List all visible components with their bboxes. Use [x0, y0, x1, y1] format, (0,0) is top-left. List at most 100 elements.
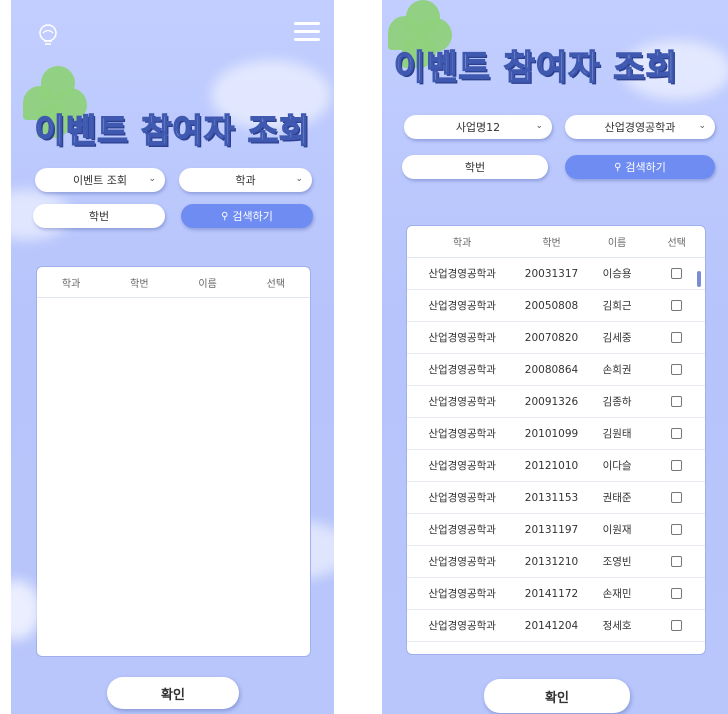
header-student-id: 학번 [130, 278, 149, 290]
select-checkbox[interactable] [671, 620, 683, 631]
cell-department: 산업경영공학과 [428, 524, 496, 536]
cell-name: 권태준 [602, 492, 632, 504]
cell-name: 손재민 [602, 588, 632, 600]
event-select-label: 이벤트 조회 [72, 174, 128, 187]
cell-student-id: 20141204 [524, 619, 579, 632]
confirm-label: 확인 [161, 687, 185, 703]
confirm-button[interactable]: 확인 [107, 677, 239, 709]
business-select-label: 사업명12 [455, 121, 501, 134]
table-row[interactable]: 산업경영공학과 20141204 정세호 [407, 610, 705, 642]
cell-name: 이승용 [602, 268, 632, 280]
event-select[interactable]: 이벤트 조회 ⌄ [35, 168, 165, 192]
select-checkbox[interactable] [671, 524, 683, 535]
table-row[interactable]: 산업경영공학과 20031317 이승용 [407, 258, 705, 290]
search-button-label: 검색하기 [625, 161, 666, 174]
results-table: 학과 학번 이름 선택 산업경영공학과 20031317 이승용 산업경영공학과 200… [406, 225, 706, 655]
header-name: 이름 [607, 238, 627, 249]
cell-student-id: 20131153 [524, 491, 579, 504]
student-id-button[interactable]: 학번 [33, 204, 165, 228]
cell-select [648, 588, 705, 600]
table-row[interactable]: 산업경영공학과 20091326 김종하 [407, 386, 705, 418]
select-checkbox[interactable] [671, 332, 683, 343]
cell-name: 김원태 [602, 428, 632, 440]
cell-student-id: 20141172 [524, 587, 579, 600]
cell-student-id: 20101099 [524, 427, 579, 440]
cell-select [648, 364, 705, 376]
table-row[interactable]: 산업경영공학과 20101099 김원태 [407, 418, 705, 450]
cell-student-id: 20091326 [524, 395, 579, 408]
select-checkbox[interactable] [671, 460, 683, 471]
header-select: 선택 [266, 278, 286, 290]
cell-department: 산업경영공학과 [428, 460, 496, 472]
chevron-down-icon: ⌄ [295, 174, 303, 184]
cell-select [648, 460, 705, 472]
table-row[interactable]: 산업경영공학과 20121010 이다슬 [407, 450, 705, 482]
screen-results: 이벤트 참여자 조회 사업명12 ⌄ 산업경영공학과 ⌄ 학번 ⚲ 검색하기 학… [382, 0, 728, 714]
header-department: 학과 [452, 238, 472, 249]
table-row[interactable]: 산업경영공학과 20131197 이원재 [407, 514, 705, 546]
cell-department: 산업경영공학과 [428, 620, 496, 632]
chevron-down-icon: ⌄ [535, 121, 543, 131]
page-title: 이벤트 참여자 조회 [393, 47, 678, 89]
cell-student-id: 20121010 [524, 459, 579, 472]
search-button[interactable]: ⚲ 검색하기 [565, 155, 715, 179]
table-row[interactable]: 산업경영공학과 20070820 김세중 [407, 322, 705, 354]
cell-department: 산업경영공학과 [428, 428, 496, 440]
cell-name: 이다슬 [602, 460, 632, 472]
confirm-button[interactable]: 확인 [484, 679, 630, 713]
results-table: 학과 학번 이름 선택 [36, 266, 311, 657]
table-body: 산업경영공학과 20031317 이승용 산업경영공학과 20050808 김희근 산업경영… [407, 258, 705, 642]
table-header: 학과 학번 이름 선택 [407, 226, 705, 258]
cell-department: 산업경영공학과 [428, 396, 496, 408]
cell-select [648, 300, 705, 312]
table-row[interactable]: 산업경영공학과 20080864 손희권 [407, 354, 705, 386]
page-title: 이벤트 참여자 조회 [34, 110, 311, 151]
header-department: 학과 [61, 278, 81, 290]
cell-department: 산업경영공학과 [428, 332, 496, 344]
screen-empty: 이벤트 참여자 조회 이벤트 조회 ⌄ 학과 ⌄ 학번 ⚲ 검색하기 학과 학번… [11, 0, 334, 714]
table-row[interactable]: 산업경영공학과 20131210 조영빈 [407, 546, 705, 578]
cell-student-id: 20131210 [524, 555, 579, 568]
cell-select [648, 428, 705, 440]
cell-select [648, 492, 705, 504]
department-select[interactable]: 산업경영공학과 ⌄ [565, 115, 715, 139]
select-checkbox[interactable] [671, 492, 683, 503]
cell-department: 산업경영공학과 [428, 300, 496, 312]
student-id-label: 학번 [88, 210, 110, 223]
cell-department: 산업경영공학과 [428, 588, 496, 600]
cell-name: 김종하 [602, 396, 632, 408]
cell-student-id: 20070820 [524, 331, 579, 344]
confirm-label: 확인 [545, 690, 569, 706]
select-checkbox[interactable] [671, 364, 683, 375]
table-row[interactable]: 산업경영공학과 20050808 김희근 [407, 290, 705, 322]
cell-department: 산업경영공학과 [428, 556, 496, 568]
scrollbar-thumb[interactable] [697, 271, 701, 287]
cell-name: 손희권 [602, 364, 632, 376]
select-checkbox[interactable] [671, 268, 683, 279]
cell-select [648, 524, 705, 536]
search-button[interactable]: ⚲ 검색하기 [181, 204, 313, 228]
logo-icon[interactable] [35, 22, 61, 48]
select-checkbox[interactable] [671, 556, 683, 567]
cell-student-id: 20031317 [524, 267, 579, 280]
cell-select [648, 620, 705, 632]
select-checkbox[interactable] [671, 396, 683, 407]
cell-name: 김희근 [602, 300, 632, 312]
table-header: 학과 학번 이름 선택 [37, 267, 310, 298]
business-select[interactable]: 사업명12 ⌄ [404, 115, 552, 139]
table-row[interactable]: 산업경영공학과 20141172 손재민 [407, 578, 705, 610]
select-checkbox[interactable] [671, 428, 683, 439]
select-checkbox[interactable] [671, 300, 683, 311]
student-id-button[interactable]: 학번 [402, 155, 548, 179]
select-checkbox[interactable] [671, 588, 683, 599]
department-select[interactable]: 학과 ⌄ [179, 168, 312, 192]
cell-select [648, 396, 705, 408]
cell-department: 산업경영공학과 [428, 268, 496, 280]
hamburger-menu-icon[interactable] [294, 22, 320, 42]
table-row[interactable]: 산업경영공학과 20131153 권태준 [407, 482, 705, 514]
magnifier-icon: ⚲ [614, 161, 622, 173]
cell-name: 이원재 [602, 524, 632, 536]
header-name: 이름 [198, 278, 217, 290]
header-select: 선택 [667, 238, 686, 249]
header-student-id: 학번 [542, 238, 561, 249]
